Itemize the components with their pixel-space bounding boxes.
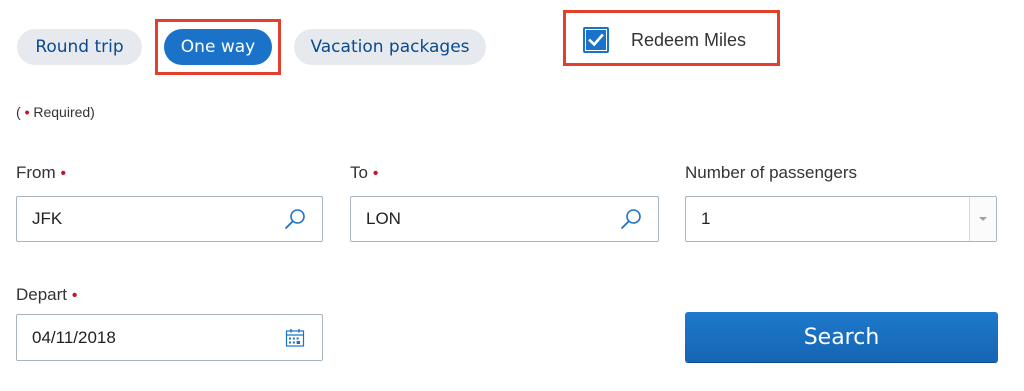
tab-vacation-packages[interactable]: Vacation packages	[294, 29, 486, 65]
required-note-text: Required)	[33, 104, 95, 120]
search-button[interactable]: Search	[685, 312, 998, 362]
chevron-down-icon[interactable]	[969, 197, 996, 241]
required-note: ( • Required)	[16, 104, 95, 120]
required-note-open: (	[16, 104, 21, 120]
to-value[interactable]: LON	[351, 209, 618, 229]
required-marker: •	[372, 165, 379, 182]
highlight-one-way	[155, 19, 281, 75]
tab-round-trip[interactable]: Round trip	[17, 29, 142, 65]
from-value[interactable]: JFK	[17, 209, 282, 229]
search-icon[interactable]	[282, 206, 308, 232]
required-marker: •	[24, 104, 30, 120]
from-input[interactable]: JFK	[16, 196, 323, 242]
search-icon[interactable]	[618, 206, 644, 232]
depart-label-text: Depart	[16, 285, 68, 304]
to-label: To •	[350, 163, 378, 183]
redeem-miles-label[interactable]: Redeem Miles	[631, 30, 746, 51]
calendar-icon[interactable]	[282, 325, 308, 351]
depart-label: Depart •	[16, 285, 77, 305]
passengers-value[interactable]: 1	[686, 209, 969, 229]
required-marker: •	[60, 165, 66, 182]
depart-date-input[interactable]: 04/11/2018	[16, 314, 323, 361]
passengers-select[interactable]: 1	[685, 196, 997, 242]
from-label: From •	[16, 163, 66, 183]
passengers-label: Number of passengers	[685, 163, 857, 183]
redeem-miles-checkbox[interactable]	[583, 27, 609, 53]
checkmark-icon	[586, 30, 606, 50]
to-input[interactable]: LON	[350, 196, 659, 242]
from-label-text: From	[16, 163, 56, 182]
passengers-label-text: Number of passengers	[685, 163, 857, 182]
depart-value[interactable]: 04/11/2018	[17, 328, 282, 348]
required-marker: •	[72, 287, 78, 304]
to-label-text: To	[350, 163, 368, 182]
